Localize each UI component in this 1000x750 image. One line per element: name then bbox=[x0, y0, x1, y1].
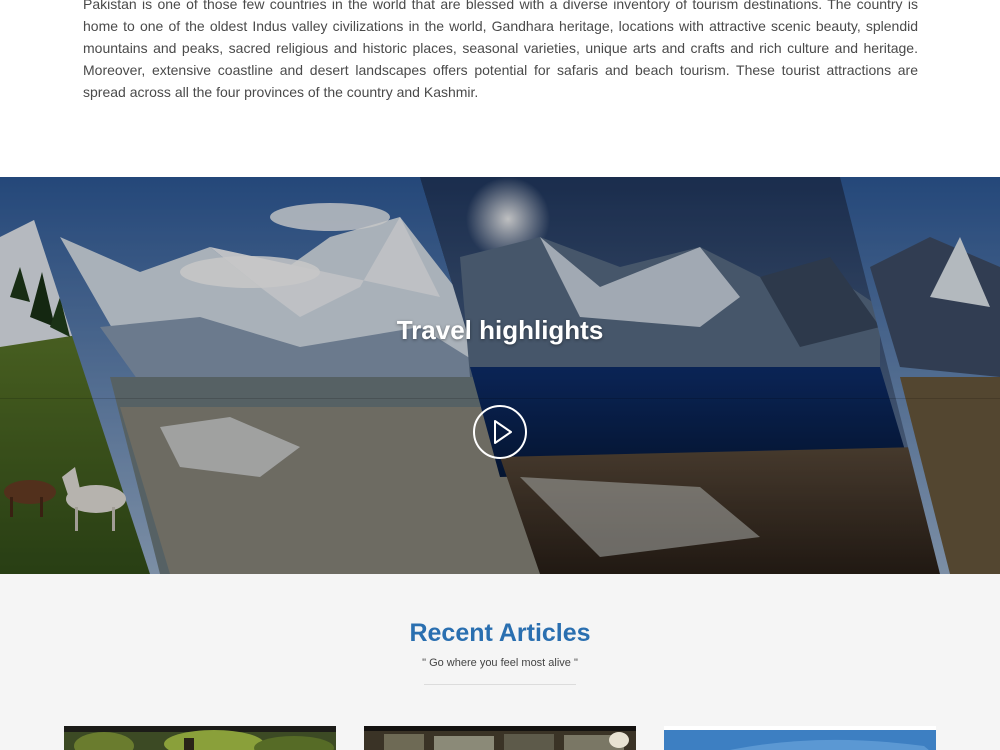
recent-articles-section: Recent Articles " Go where you feel most… bbox=[0, 574, 1000, 750]
recent-articles-tagline: " Go where you feel most alive " bbox=[422, 657, 578, 669]
travel-highlights-title: Travel highlights bbox=[396, 315, 604, 345]
article-thumbnail bbox=[364, 726, 636, 750]
article-card[interactable] bbox=[364, 726, 636, 750]
article-card[interactable] bbox=[64, 726, 336, 750]
article-thumbnail bbox=[664, 726, 936, 750]
article-thumbnail bbox=[64, 726, 336, 750]
recent-articles-title: Recent Articles bbox=[409, 619, 591, 647]
intro-paragraph: Pakistan is one of those few countries i… bbox=[83, 0, 918, 100]
play-circle-icon bbox=[494, 420, 512, 444]
travel-highlights-banner: Travel highlights bbox=[0, 177, 1000, 574]
intro-section: Pakistan is one of those few countries i… bbox=[83, 0, 918, 103]
video-play-button[interactable] bbox=[473, 405, 527, 459]
banner-background-image bbox=[0, 177, 1000, 574]
article-card[interactable] bbox=[664, 726, 936, 750]
section-divider bbox=[424, 684, 576, 685]
